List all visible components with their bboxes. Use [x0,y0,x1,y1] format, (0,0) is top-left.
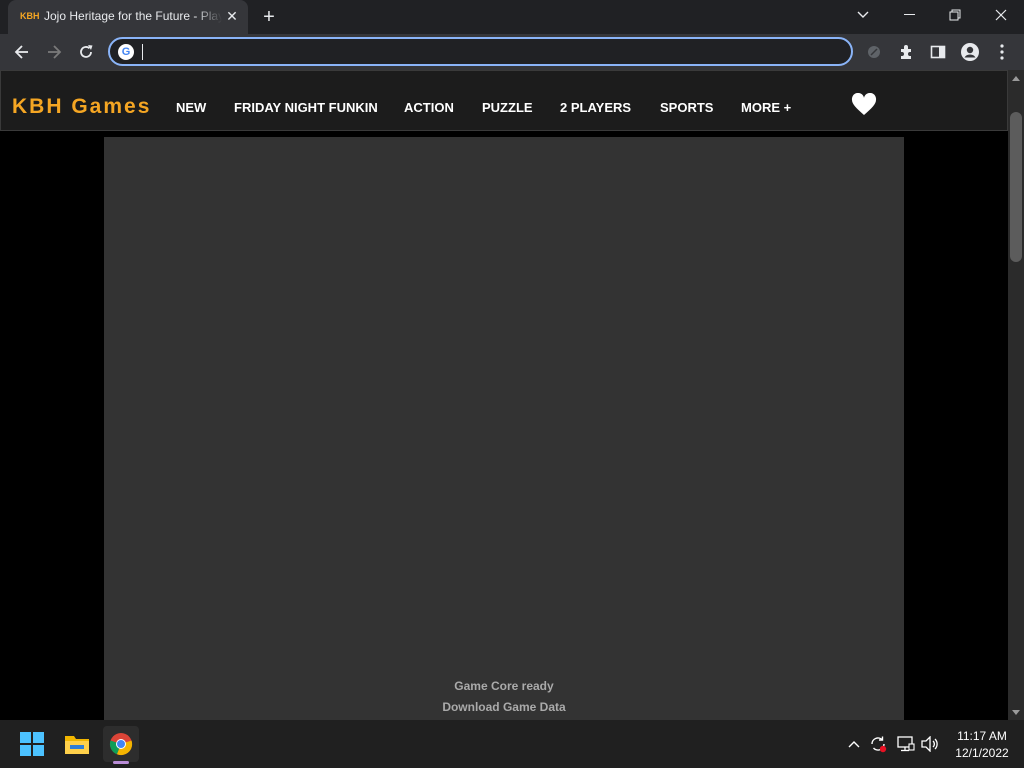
tab-title: Jojo Heritage for the Future - Play Onli… [44,9,222,23]
address-input[interactable] [142,42,832,62]
tab-search-icon[interactable] [840,0,886,30]
address-bar[interactable]: G [108,37,853,66]
file-explorer-icon[interactable] [59,726,95,762]
browser-tab[interactable]: KBH Jojo Heritage for the Future - Play … [8,0,248,34]
nav-sports[interactable]: SPORTS [660,100,713,115]
new-tab-button[interactable]: + [258,6,280,28]
nav-2-players[interactable]: 2 PLAYERS [560,100,631,115]
text-caret [142,44,143,60]
tab-favicon: KBH [20,11,40,21]
tab-strip: KBH Jojo Heritage for the Future - Play … [0,0,1024,34]
network-icon[interactable] [896,734,916,754]
close-window-icon[interactable] [978,0,1024,30]
nav-action[interactable]: ACTION [404,100,454,115]
minimize-icon[interactable] [886,0,932,30]
nav-puzzle[interactable]: PUZZLE [482,100,533,115]
scrollbar-thumb[interactable] [1010,112,1022,262]
site-logo[interactable]: KBH Games [12,95,151,119]
nav-friday-night-funkin[interactable]: FRIDAY NIGHT FUNKIN [234,100,378,115]
sync-icon[interactable] [868,734,888,754]
restore-icon[interactable] [932,0,978,30]
reload-icon[interactable] [73,39,99,65]
running-app-indicator [113,761,129,764]
start-windows-icon[interactable] [14,726,50,762]
profile-icon[interactable] [959,41,981,63]
game-canvas[interactable]: Game Core ready Download Game Data [104,137,904,720]
clock-date[interactable]: 12/1/2022 [940,746,1024,760]
clock-time[interactable]: 11:17 AM [940,729,1024,743]
tab-close-icon[interactable]: ✕ [224,8,240,24]
google-icon: G [118,44,134,60]
extensions-icon[interactable] [895,41,917,63]
show-hidden-icons-icon[interactable] [844,734,864,754]
page-viewport: KBH Games NEW FRIDAY NIGHT FUNKIN ACTION… [0,70,1008,720]
favorites-heart-icon[interactable] [851,92,877,117]
back-icon[interactable] [9,39,35,65]
browser-toolbar: G [0,34,1024,70]
game-status-core: Game Core ready [454,679,554,693]
forward-icon[interactable] [41,39,67,65]
nav-new[interactable]: NEW [176,100,206,115]
volume-icon[interactable] [920,734,940,754]
windows-taskbar: 11:17 AM 12/1/2022 [0,720,1024,768]
scroll-down-icon[interactable] [1008,704,1024,720]
side-panel-icon[interactable] [927,41,949,63]
site-header: KBH Games NEW FRIDAY NIGHT FUNKIN ACTION… [0,70,1008,131]
extension-badge-icon[interactable] [863,41,885,63]
nav-more[interactable]: MORE + [741,100,791,115]
game-status-download: Download Game Data [442,700,566,714]
scroll-up-icon[interactable] [1008,70,1024,86]
chrome-taskbar-icon[interactable] [103,726,139,762]
menu-dots-icon[interactable] [991,41,1013,63]
page-scrollbar[interactable] [1008,70,1024,720]
